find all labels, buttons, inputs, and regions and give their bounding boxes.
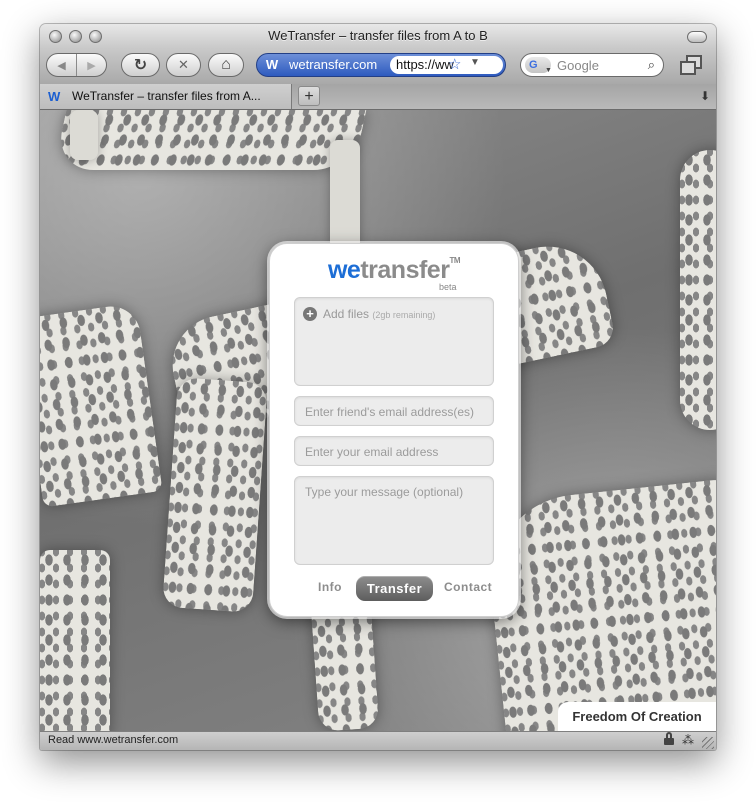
page-content: wetransferTM beta + Add files (2gb remai…: [40, 110, 716, 732]
search-icon[interactable]: ⌕: [648, 57, 655, 73]
search-box[interactable]: G ▼ Google ⌕: [520, 53, 664, 77]
beta-label: beta: [439, 282, 457, 292]
search-engine-selector[interactable]: G ▼: [525, 57, 552, 74]
background-lattice-stool: [40, 302, 163, 508]
logo-trademark: TM: [449, 256, 460, 265]
tab-wetransfer[interactable]: W WeTransfer – transfer files from A...: [40, 84, 292, 109]
tab-favicon-icon: W: [48, 89, 61, 104]
forward-button[interactable]: ▶: [77, 54, 106, 76]
info-link[interactable]: Info: [318, 580, 342, 594]
background-lattice-stool: [162, 377, 268, 613]
back-arrow-icon: ◀: [57, 59, 66, 72]
background-lattice-stool: [680, 150, 716, 430]
stop-icon: ✕: [178, 57, 189, 72]
panel-actions: Info Transfer Contact: [270, 576, 518, 601]
url-dropdown-icon[interactable]: ▼: [470, 57, 480, 68]
stop-button[interactable]: ✕: [166, 53, 201, 77]
browser-window: WeTransfer – transfer files from A to B …: [40, 24, 716, 750]
wetransfer-logo[interactable]: wetransferTM: [270, 256, 518, 285]
tab-list-icon[interactable]: ⬇: [700, 89, 710, 103]
contact-link[interactable]: Contact: [444, 580, 492, 594]
toolbar-toggle-button[interactable]: [687, 31, 707, 43]
logo-we: we: [327, 256, 361, 284]
bookmark-star-icon[interactable]: ☆: [448, 55, 461, 73]
background-lattice-stool: [53, 110, 367, 170]
back-forward-control: ◀ ▶: [46, 53, 107, 77]
transfer-button[interactable]: Transfer: [356, 576, 433, 601]
remaining-quota: (2gb remaining): [372, 310, 436, 320]
background-stool-leg: [70, 110, 98, 160]
window-chrome: WeTransfer – transfer files from A to B …: [40, 24, 716, 85]
reload-button[interactable]: ↻: [121, 53, 160, 77]
search-input[interactable]: Google: [557, 58, 599, 73]
message-textarea[interactable]: Type your message (optional): [294, 476, 494, 565]
tab-bar: W WeTransfer – transfer files from A... …: [40, 84, 716, 110]
chevron-down-icon: ▼: [545, 67, 552, 74]
add-files-dropzone[interactable]: + Add files (2gb remaining): [294, 297, 494, 386]
background-credit-link[interactable]: Freedom Of Creation: [558, 702, 716, 732]
add-files-text: Add files: [323, 307, 370, 321]
address-bar[interactable]: W wetransfer.com https://ww ☆ ▼: [256, 53, 506, 77]
url-input[interactable]: https://ww: [390, 56, 503, 74]
status-text: Read www.wetransfer.com: [48, 734, 179, 746]
site-favicon-icon: W: [265, 57, 279, 72]
home-button[interactable]: ⌂: [208, 53, 244, 77]
resize-grip-icon[interactable]: [702, 737, 714, 749]
address-domain: wetransfer.com: [289, 57, 378, 72]
home-icon: ⌂: [221, 56, 231, 73]
forward-arrow-icon: ▶: [87, 59, 96, 72]
status-bar: Read www.wetransfer.com ⁂: [40, 731, 716, 750]
window-title: WeTransfer – transfer files from A to B: [268, 28, 488, 43]
background-lattice-stool: [40, 550, 110, 732]
add-files-label[interactable]: Add files (2gb remaining): [323, 307, 435, 321]
back-button[interactable]: ◀: [47, 54, 77, 76]
tab-title: WeTransfer – transfer files from A...: [72, 89, 261, 103]
lock-icon[interactable]: [664, 732, 674, 745]
background-stool-leg: [330, 140, 360, 250]
google-g-icon: G: [529, 59, 538, 71]
bug-icon[interactable]: ⁂: [682, 733, 694, 747]
your-email-input[interactable]: Enter your email address: [294, 436, 494, 466]
new-tab-button[interactable]: +: [298, 86, 320, 106]
upload-panel: wetransferTM beta + Add files (2gb remai…: [269, 243, 519, 617]
logo-transfer: transfer: [360, 256, 450, 284]
reload-icon: ↻: [133, 57, 148, 74]
friend-email-input[interactable]: Enter friend's email address(es): [294, 396, 494, 426]
window-overview-icon[interactable]: [680, 55, 702, 75]
window-stack-front: [680, 61, 696, 75]
add-files-plus-icon[interactable]: +: [303, 307, 317, 321]
